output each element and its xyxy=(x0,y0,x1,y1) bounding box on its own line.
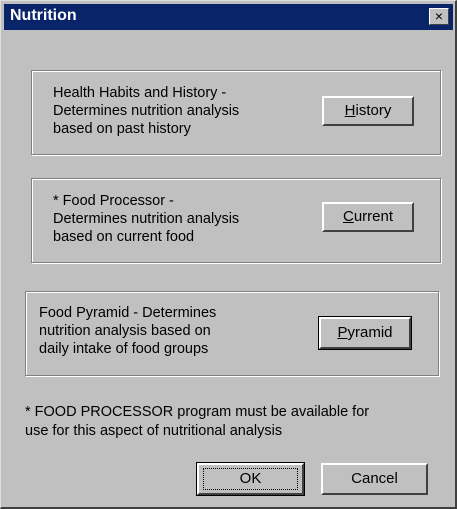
ok-focus-rect xyxy=(203,468,298,490)
title-bar[interactable]: Nutrition × xyxy=(4,4,453,30)
history-button[interactable]: History xyxy=(322,96,414,126)
close-icon[interactable]: × xyxy=(429,8,449,25)
window-title: Nutrition xyxy=(10,7,77,24)
pyramid-button[interactable]: Pyramid xyxy=(318,316,412,350)
cancel-button[interactable]: Cancel xyxy=(321,463,428,495)
history-description: Health Habits and History - Determines n… xyxy=(53,85,240,137)
nutrition-dialog: Nutrition × Health Habits and History - … xyxy=(0,0,457,509)
food-pyramid-description: Food Pyramid - Determines nutrition anal… xyxy=(39,305,217,357)
food-processor-description: * Food Processor - Determines nutrition … xyxy=(53,193,240,245)
footnote-text: * FOOD PROCESSOR program must be availab… xyxy=(25,404,370,439)
current-button[interactable]: Current xyxy=(322,202,414,232)
